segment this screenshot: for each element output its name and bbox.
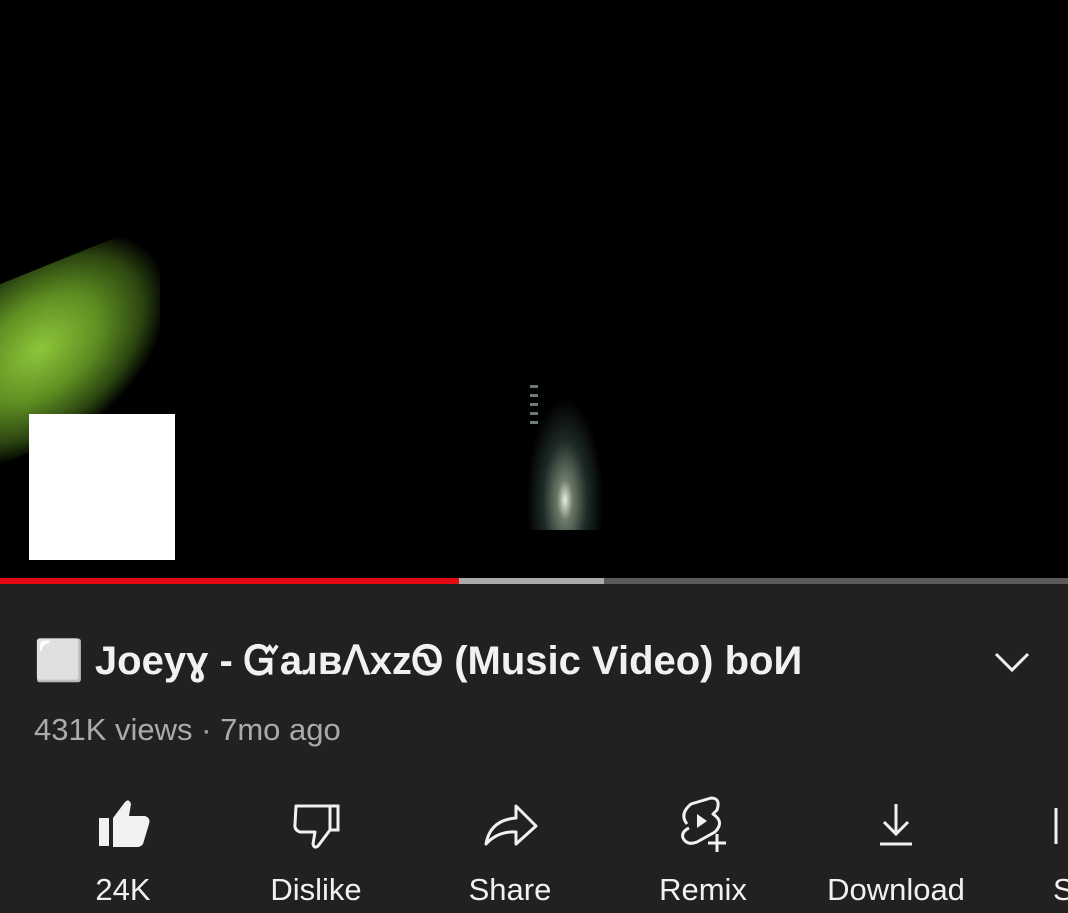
remix-icon [681,796,726,852]
chevron-down-icon[interactable] [992,642,1032,682]
thumbs-down-icon [293,804,340,849]
video-progress-bar[interactable] [0,578,1068,584]
remix-label: Remix [659,872,747,907]
action-bar: 24K Dislike Share Remix Download S [0,790,1068,913]
like-count: 24K [95,872,151,907]
video-overlay-square [29,414,175,560]
save-button-partial[interactable]: S [1050,790,1068,913]
thumbs-up-filled-icon [99,800,150,847]
video-frame-lights [530,385,538,425]
remix-button[interactable]: Remix [613,790,793,913]
video-player[interactable] [0,0,1068,578]
share-label: Share [468,872,552,907]
title-row[interactable]: ⬜ Joeyɣ - ᏳaɹʙᐱxzᏫ (Music Video) boИ [34,632,1034,692]
dislike-button[interactable]: Dislike [226,790,406,913]
like-button[interactable]: 24K [33,790,213,913]
video-meta: 431K views · 7mo ago [34,712,341,747]
progress-played [0,578,460,584]
save-icon [1054,808,1058,844]
download-icon [880,804,912,846]
video-title: ⬜ Joeyɣ - ᏳaɹʙᐱxzᏫ (Music Video) boИ [34,639,803,683]
share-arrow-icon [484,804,538,846]
dislike-label: Dislike [270,872,362,907]
download-label: Download [827,872,965,907]
download-button[interactable]: Download [806,790,986,913]
share-button[interactable]: Share [420,790,600,913]
save-label-partial: S [1053,872,1068,907]
